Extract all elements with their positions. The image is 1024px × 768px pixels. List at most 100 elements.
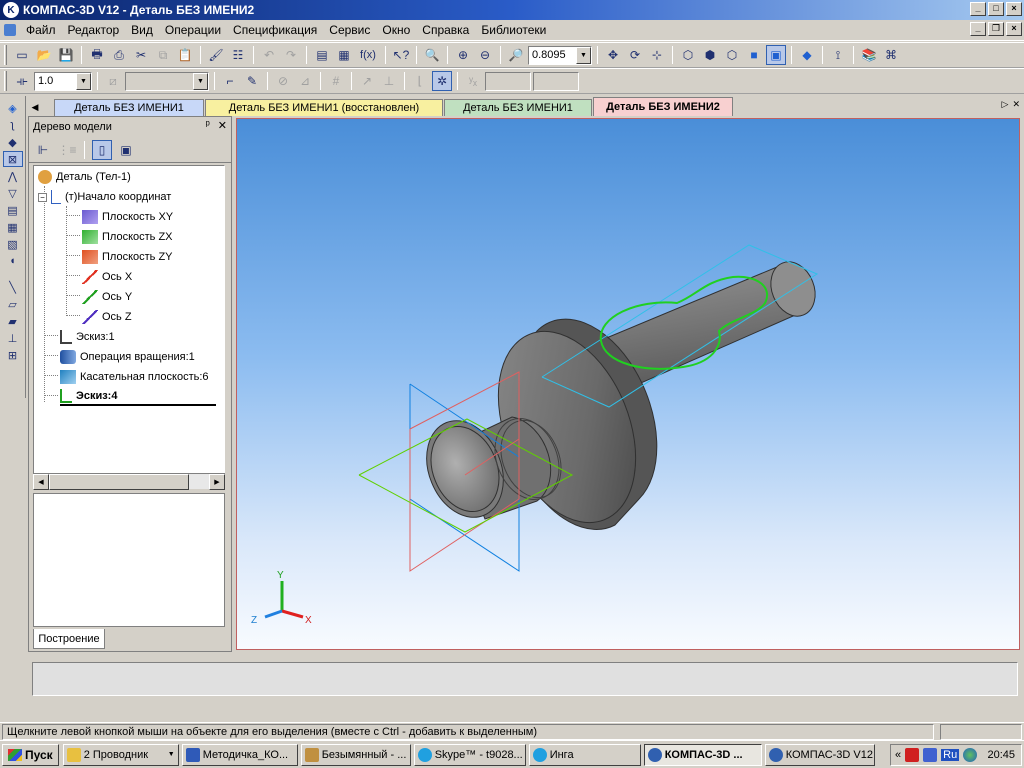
menu-edit[interactable]: Редактор (62, 23, 126, 37)
tree-item-revolve-1[interactable]: Операция вращения:1 (60, 348, 195, 366)
zoom-scale-icon[interactable]: 🔎 (506, 45, 526, 65)
hidden-thin-icon[interactable]: ⬡ (722, 45, 742, 65)
tab-scroll-left-icon[interactable]: ◀ (28, 99, 42, 116)
paste-icon[interactable]: 📋 (175, 45, 195, 65)
toolbar-grip[interactable] (4, 45, 7, 65)
tab-construction[interactable]: Построение (33, 629, 105, 649)
properties-icon[interactable]: ☷ (228, 45, 248, 65)
undo-icon[interactable]: ↶ (259, 45, 279, 65)
shaded-edges-icon[interactable]: ▣ (766, 45, 786, 65)
network-globe-icon[interactable] (963, 748, 978, 762)
tree-hscrollbar[interactable]: ◀ ▶ (33, 473, 225, 490)
library2-icon[interactable]: ⌘ (881, 45, 901, 65)
snap-icon[interactable]: ⌊ (410, 71, 430, 91)
spec-icon[interactable]: ▤ (3, 202, 23, 218)
menu-operations[interactable]: Операции (159, 23, 227, 37)
sketch-mode-icon[interactable]: ⌐ (220, 71, 240, 91)
task-explorer[interactable]: 2 Проводник ▼ (62, 743, 179, 766)
layer-combo[interactable]: ▼ (125, 71, 209, 91)
edit-sketch-icon[interactable]: ✎ (242, 71, 262, 91)
constraint-icon[interactable]: ⊿ (295, 71, 315, 91)
line-icon[interactable]: ╲ (3, 279, 23, 295)
tree-order-icon[interactable]: ⋮≡ (57, 140, 77, 160)
tab-detail-1[interactable]: Деталь БЕЗ ИМЕНИ1 (54, 99, 204, 116)
step-combo[interactable]: 1.0 ▼ (34, 71, 92, 91)
start-button[interactable]: Пуск (2, 743, 59, 766)
menu-help[interactable]: Справка (416, 23, 475, 37)
scroll-thumb[interactable] (49, 474, 189, 490)
help-icon[interactable]: ↖? (391, 45, 411, 65)
wireframe-icon[interactable]: ⬡ (678, 45, 698, 65)
elements-icon[interactable]: ▧ (3, 236, 23, 252)
tree-item-axis-y[interactable]: Ось Y (82, 288, 132, 306)
coords-icon[interactable]: ʸₓ (463, 71, 483, 91)
rotate-icon[interactable]: ⟳ (625, 45, 645, 65)
chevron-down-icon[interactable]: ▼ (76, 72, 91, 90)
library-icon[interactable]: 📚 (859, 45, 879, 65)
filter-icon[interactable]: ⟟ (828, 45, 848, 65)
edit-details-icon[interactable]: ◈ (3, 100, 23, 116)
zoom-combo[interactable]: 0.8095 ▼ (528, 45, 592, 65)
tab-close-icon[interactable]: ✕ (1012, 99, 1020, 110)
save-icon[interactable]: 💾 (56, 45, 76, 65)
redo-icon[interactable]: ↷ (281, 45, 301, 65)
snaps-icon[interactable]: ✲ (432, 71, 452, 91)
tree-item-plane-zx[interactable]: Плоскость ZX (82, 228, 173, 246)
layer-icon[interactable]: ⧄ (103, 71, 123, 91)
doc-minimize-button[interactable]: _ (970, 22, 986, 36)
grid-icon[interactable]: # (326, 71, 346, 91)
coord-y-field[interactable] (533, 71, 579, 91)
scroll-left-icon[interactable]: ◀ (33, 474, 49, 490)
coord-x-field[interactable] (485, 71, 531, 91)
tree-item-origin[interactable]: − (т)Начало координат (38, 188, 171, 206)
zoom-out-icon[interactable]: ⊖ (475, 45, 495, 65)
step-icon[interactable]: ⟛ (12, 71, 32, 91)
cut-icon[interactable]: ✂ (131, 45, 151, 65)
print-icon[interactable]: 🖶 (87, 45, 107, 65)
tab-scroll-right-icon[interactable]: ▷ (1002, 99, 1009, 110)
ortho-icon[interactable]: ↗ (357, 71, 377, 91)
tree-structure-icon[interactable]: ⊩ (33, 140, 53, 160)
tree-item-axis-x[interactable]: Ось X (82, 268, 132, 286)
chevron-down-icon[interactable]: ▼ (576, 46, 591, 64)
tab-detail-2-active[interactable]: Деталь БЕЗ ИМЕНИ2 (593, 97, 733, 116)
task-skype[interactable]: Skype™ - t9028... (413, 743, 526, 766)
chevron-down-icon[interactable]: ▼ (193, 72, 208, 90)
menu-view[interactable]: Вид (125, 23, 159, 37)
offset-plane-icon[interactable]: ▰ (3, 313, 23, 329)
open-icon[interactable]: 📂 (34, 45, 54, 65)
filter-objects-icon[interactable]: ▽ (3, 185, 23, 201)
kaspersky-icon[interactable] (905, 748, 920, 762)
hidden-lines-icon[interactable]: ⬢ (700, 45, 720, 65)
tab-detail-1-copy[interactable]: Деталь БЕЗ ИМЕНИ1 (444, 99, 592, 116)
preview-icon[interactable]: ⎙ (109, 45, 129, 65)
toolbar-grip[interactable] (4, 71, 7, 91)
local-cs-icon[interactable]: ⊥ (379, 71, 399, 91)
zoom-window-icon[interactable]: 🔍 (422, 45, 442, 65)
tree-item-tangent-plane-6[interactable]: Касательная плоскость:6 (60, 368, 209, 386)
shaded-icon[interactable]: ■ (744, 45, 764, 65)
model-viewport[interactable]: Y X Z (236, 118, 1020, 650)
menu-file[interactable]: Файл (20, 23, 62, 37)
doc-restore-button[interactable]: ❐ (988, 22, 1004, 36)
tray-app-icon[interactable] (923, 748, 938, 762)
document-menu-icon[interactable] (4, 24, 16, 36)
tree-details-icon[interactable]: ▣ (116, 140, 136, 160)
maximize-button[interactable]: □ (988, 2, 1004, 16)
menu-libraries[interactable]: Библиотеки (475, 23, 552, 37)
spatial-curves-icon[interactable]: ʅ (3, 117, 23, 133)
collapse-icon[interactable]: − (38, 192, 47, 202)
tree-item-sketch-1[interactable]: Эскиз:1 (60, 328, 115, 346)
task-kompas[interactable]: КОМПАС-3D V12 (764, 743, 875, 766)
minimize-button[interactable]: _ (970, 2, 986, 16)
tree-item-plane-zy[interactable]: Плоскость ZY (82, 248, 173, 266)
cs-tool-icon[interactable]: ⊞ (3, 347, 23, 363)
pan-icon[interactable]: ✥ (603, 45, 623, 65)
brush-icon[interactable]: 🖌 (206, 45, 226, 65)
new-icon[interactable]: ▭ (12, 45, 32, 65)
tree-item-sketch-4[interactable]: Эскиз:4 (60, 388, 216, 406)
aux-geometry-icon[interactable]: ⊠ (2, 151, 23, 167)
tree-item-plane-xy[interactable]: Плоскость XY (82, 208, 173, 226)
perspective-icon[interactable]: ◆ (797, 45, 817, 65)
pin-icon[interactable]: ᵖ (206, 119, 210, 132)
